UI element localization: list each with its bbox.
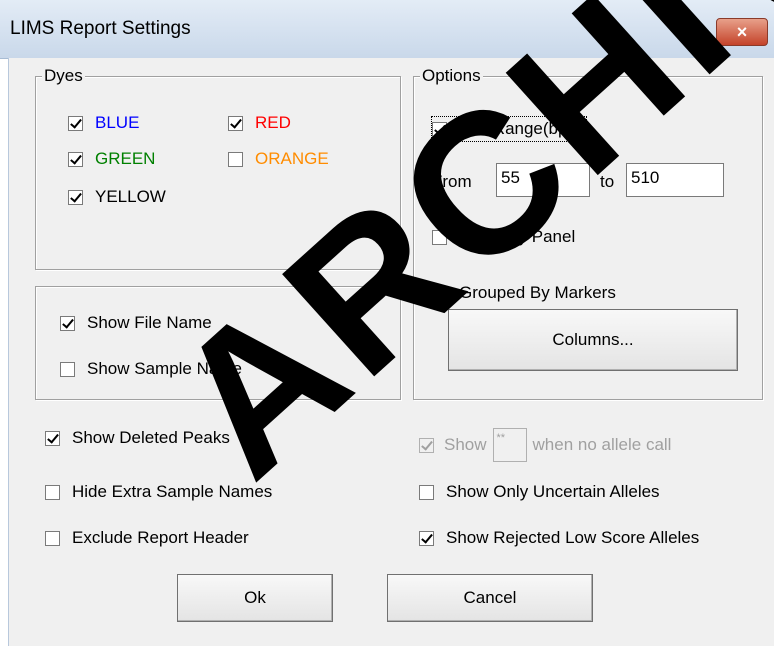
dye-red-label: RED (255, 113, 291, 132)
options-group: Options Size Range(bps) From 55 to 510 A… (413, 66, 763, 400)
columns-button[interactable]: Columns... (448, 309, 738, 371)
show-deleted-peaks-checkbox[interactable]: Show Deleted Peaks (45, 428, 230, 448)
checkbox-box[interactable] (45, 430, 60, 446)
checkbox-box[interactable] (68, 151, 83, 167)
to-input[interactable]: 510 (626, 163, 724, 197)
exclude-report-header-checkbox[interactable]: Exclude Report Header (45, 528, 249, 548)
show-sample-name-label: Show Sample Name (87, 359, 242, 378)
checkbox-box[interactable] (432, 121, 447, 137)
show-sample-name-checkbox[interactable]: Show Sample Name (60, 359, 242, 379)
abide-by-panel-label: Abide By Panel (459, 227, 576, 246)
checkbox-box[interactable] (432, 229, 447, 245)
checkbox-box (419, 437, 434, 453)
show-only-uncertain-label: Show Only Uncertain Alleles (446, 482, 660, 501)
size-range-label: Size Range(bps) (455, 119, 582, 138)
dye-yellow-checkbox[interactable]: YELLOW (68, 187, 166, 207)
dyes-group: Dyes BLUE RED GREEN ORANGE YELLOW (35, 66, 401, 270)
show-file-name-checkbox[interactable]: Show File Name (60, 313, 212, 333)
checkbox-box[interactable] (60, 361, 75, 377)
ok-button[interactable]: Ok (177, 574, 333, 622)
from-label: From (432, 172, 472, 191)
exclude-report-header-label: Exclude Report Header (72, 528, 249, 547)
show-placeholder-checkbox: Show ** when no allele call (419, 428, 671, 462)
checkbox-box[interactable] (419, 484, 434, 500)
names-group: Show File Name Show Sample Name (35, 286, 401, 400)
window-title: LIMS Report Settings (10, 18, 191, 39)
show-label: Show (444, 435, 487, 454)
size-range-checkbox[interactable]: Size Range(bps) (431, 116, 587, 142)
checkbox-box[interactable] (432, 285, 447, 301)
checkbox-box[interactable] (68, 115, 83, 131)
show-only-uncertain-checkbox[interactable]: Show Only Uncertain Alleles (419, 482, 660, 502)
dye-yellow-label: YELLOW (95, 187, 166, 206)
show-rejected-low-score-checkbox[interactable]: Show Rejected Low Score Alleles (419, 528, 699, 548)
dye-green-label: GREEN (95, 149, 156, 168)
grouped-by-markers-checkbox[interactable]: Grouped By Markers (432, 283, 616, 303)
close-button[interactable]: × (716, 18, 768, 46)
checkbox-box[interactable] (45, 530, 60, 546)
dye-orange-label: ORANGE (255, 149, 329, 168)
hide-extra-sample-names-label: Hide Extra Sample Names (72, 482, 273, 501)
grouped-by-markers-label: Grouped By Markers (459, 283, 616, 302)
to-label: to (600, 172, 615, 191)
options-legend: Options (420, 66, 483, 86)
no-allele-label: when no allele call (532, 435, 672, 454)
close-icon: × (736, 22, 748, 42)
dye-red-checkbox[interactable]: RED (228, 113, 291, 133)
checkbox-box[interactable] (228, 151, 243, 167)
dyes-legend: Dyes (42, 66, 85, 86)
checkbox-box[interactable] (419, 530, 434, 546)
abide-by-panel-checkbox[interactable]: Abide By Panel (432, 227, 575, 247)
dye-blue-label: BLUE (95, 113, 140, 132)
placeholder-input: ** (492, 428, 527, 462)
dialog-body: Dyes BLUE RED GREEN ORANGE YELLOW Show F… (8, 58, 774, 646)
checkbox-box[interactable] (68, 189, 83, 205)
show-rejected-low-score-label: Show Rejected Low Score Alleles (446, 528, 700, 547)
show-deleted-peaks-label: Show Deleted Peaks (72, 428, 230, 447)
checkbox-box[interactable] (228, 115, 243, 131)
dye-blue-checkbox[interactable]: BLUE (68, 113, 139, 133)
show-file-name-label: Show File Name (87, 313, 212, 332)
from-input[interactable]: 55 (496, 163, 590, 197)
hide-extra-sample-names-checkbox[interactable]: Hide Extra Sample Names (45, 482, 272, 502)
dye-green-checkbox[interactable]: GREEN (68, 149, 155, 169)
checkbox-box[interactable] (45, 484, 60, 500)
cancel-button[interactable]: Cancel (387, 574, 593, 622)
checkbox-box[interactable] (60, 315, 75, 331)
dye-orange-checkbox[interactable]: ORANGE (228, 149, 329, 169)
title-bar: LIMS Report Settings × (0, 0, 774, 59)
